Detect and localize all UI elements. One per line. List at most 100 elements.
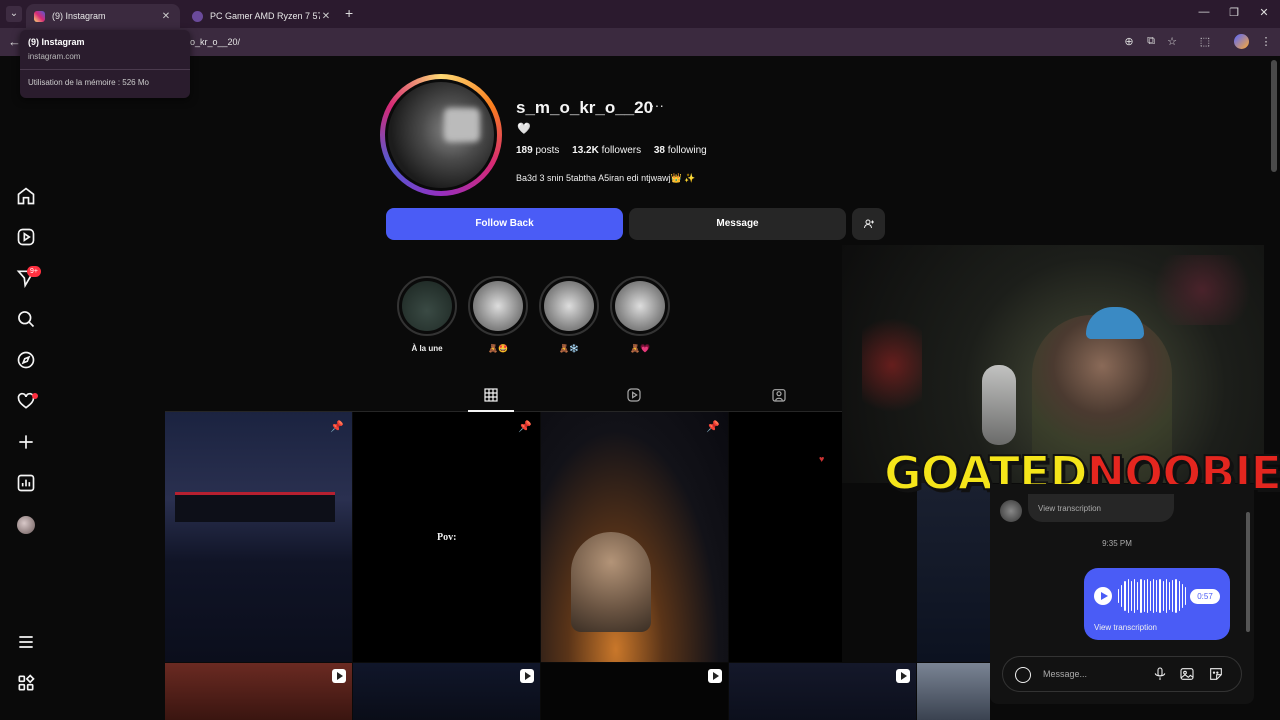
following-label: following — [667, 145, 707, 156]
highlight-1[interactable] — [397, 276, 457, 336]
dashboard-icon[interactable] — [16, 473, 36, 493]
following-stat[interactable]: 38 following — [654, 145, 707, 156]
tab-instagram[interactable]: (9) Instagram ✕ — [26, 4, 180, 28]
reel-icon — [332, 669, 346, 683]
posts-count: 189 — [516, 145, 533, 156]
reel-icon — [896, 669, 910, 683]
previous-view-transcription-link[interactable]: View transcription — [1038, 504, 1101, 513]
close-window-icon[interactable]: ✕ — [1254, 6, 1274, 19]
browser-menu-icon[interactable]: ⋮ — [1259, 35, 1273, 48]
post-tile[interactable]: ♥ — [729, 412, 842, 662]
blurred-face — [444, 108, 480, 142]
post-tile[interactable] — [917, 483, 990, 662]
tab-hover-card: (9) Instagram instagram.com Utilisation … — [20, 30, 190, 98]
post-tile[interactable] — [165, 663, 352, 720]
search-icon[interactable] — [16, 309, 36, 329]
posts-grid-tab[interactable] — [481, 386, 501, 404]
profile-avatar[interactable] — [17, 516, 35, 534]
reels-tab[interactable] — [624, 386, 644, 404]
notification-badge: 9+ — [27, 266, 41, 277]
post-tile[interactable] — [917, 663, 990, 720]
emoji-icon[interactable] — [1015, 667, 1031, 683]
url-field[interactable]: o_kr_o__20/ — [190, 37, 240, 47]
highlight-2[interactable] — [468, 276, 528, 336]
more-options-icon[interactable]: ··· — [650, 97, 664, 113]
new-tab-button[interactable]: + — [345, 5, 353, 21]
close-tab-icon[interactable]: ✕ — [320, 11, 332, 22]
post-tile[interactable] — [353, 663, 540, 720]
background-light — [862, 305, 922, 425]
extensions-icon[interactable]: ⬚ — [1198, 35, 1212, 48]
hover-card-divider — [20, 69, 190, 70]
profile-picture[interactable] — [388, 82, 494, 188]
voice-message-bubble: 0:57 View transcription — [1084, 568, 1230, 640]
highlight-label: 🧸💗 — [630, 344, 650, 353]
sticker-icon[interactable] — [1208, 666, 1224, 682]
highlight-label: 🧸❄️ — [559, 344, 579, 353]
profile-stats: 189 posts 13.2K followers 38 following — [516, 145, 717, 156]
followers-count: 13.2K — [572, 145, 599, 156]
message-button[interactable]: Message — [629, 208, 846, 240]
close-tab-icon[interactable]: ✕ — [160, 11, 172, 22]
heart-sticker-icon: ♥ — [819, 454, 825, 464]
posts-stat: 189 posts — [516, 145, 559, 156]
heart-favicon-icon — [192, 10, 203, 22]
sender-avatar — [1000, 500, 1022, 522]
menu-icon[interactable] — [16, 632, 36, 652]
bookmark-star-icon[interactable]: ☆ — [1165, 35, 1179, 48]
post-tile[interactable]: 📌 — [541, 412, 728, 662]
followers-label: followers — [601, 145, 642, 156]
reel-icon — [708, 669, 722, 683]
streamer-cap — [1086, 307, 1144, 339]
restore-icon[interactable]: ❐ — [1224, 6, 1244, 19]
waveform — [1118, 578, 1187, 614]
page-scrollbar[interactable] — [1271, 60, 1277, 172]
tab-search-button[interactable]: ⌄ — [6, 6, 22, 22]
reel-icon — [520, 669, 534, 683]
post-tile[interactable] — [541, 663, 728, 720]
highlight-4[interactable] — [610, 276, 670, 336]
view-transcription-link[interactable]: View transcription — [1094, 623, 1157, 632]
microphone-icon[interactable] — [1152, 666, 1168, 682]
pin-icon: 📌 — [330, 421, 344, 433]
highlight-cover — [473, 281, 523, 331]
background-light — [1142, 255, 1262, 325]
grid-icon — [484, 388, 498, 402]
browser-titlebar: ⌄ (9) Instagram ✕ PC Gamer AMD Ryzen 7 5… — [0, 0, 1280, 28]
browser-profile-avatar[interactable] — [1234, 34, 1249, 49]
zoom-icon[interactable]: ⊕ — [1122, 35, 1136, 48]
highlight-3[interactable] — [539, 276, 599, 336]
message-input[interactable]: Message... — [1043, 669, 1087, 679]
post-caption: Pov: — [437, 532, 457, 543]
highlight-cover — [544, 281, 594, 331]
chat-scrollbar[interactable] — [1246, 512, 1250, 632]
more-apps-icon[interactable] — [16, 673, 36, 693]
followers-stat[interactable]: 13.2K followers — [572, 145, 641, 156]
explore-icon[interactable] — [16, 350, 36, 370]
instagram-favicon-icon — [34, 10, 45, 22]
highlight-label: 🧸🤩 — [488, 344, 508, 353]
image-icon[interactable] — [1179, 666, 1195, 682]
pin-icon: 📌 — [706, 421, 720, 433]
reels-icon[interactable] — [16, 227, 36, 247]
follow-back-button[interactable]: Follow Back — [386, 208, 623, 240]
post-tile[interactable]: Pov: 📌 — [353, 412, 540, 662]
message-timestamp: 9:35 PM — [1102, 539, 1132, 548]
tagged-tab[interactable] — [769, 386, 789, 404]
pin-icon: 📌 — [518, 421, 532, 433]
post-tile[interactable] — [729, 663, 916, 720]
install-app-icon[interactable]: ⧉ — [1144, 35, 1158, 48]
highlight-cover — [615, 281, 665, 331]
suggest-people-button[interactable] — [852, 208, 885, 240]
reels-tab-icon — [627, 388, 641, 402]
chat-popup: View transcription 9:35 PM 0:57 View tra… — [990, 484, 1254, 704]
highlight-label: À la une — [411, 344, 443, 353]
play-icon[interactable] — [1094, 587, 1112, 605]
tab-pc-gamer[interactable]: PC Gamer AMD Ryzen 7 5700X ✕ — [184, 4, 340, 28]
address-bar: ← o_kr_o__20/ ⊕ ⧉ ☆ ⬚ ⋮ — [0, 28, 1280, 56]
post-tile[interactable]: 📌 — [165, 412, 352, 662]
create-icon[interactable] — [16, 432, 36, 452]
minimize-icon[interactable]: — — [1194, 6, 1214, 18]
following-count: 38 — [653, 145, 665, 156]
home-icon[interactable] — [16, 186, 36, 206]
